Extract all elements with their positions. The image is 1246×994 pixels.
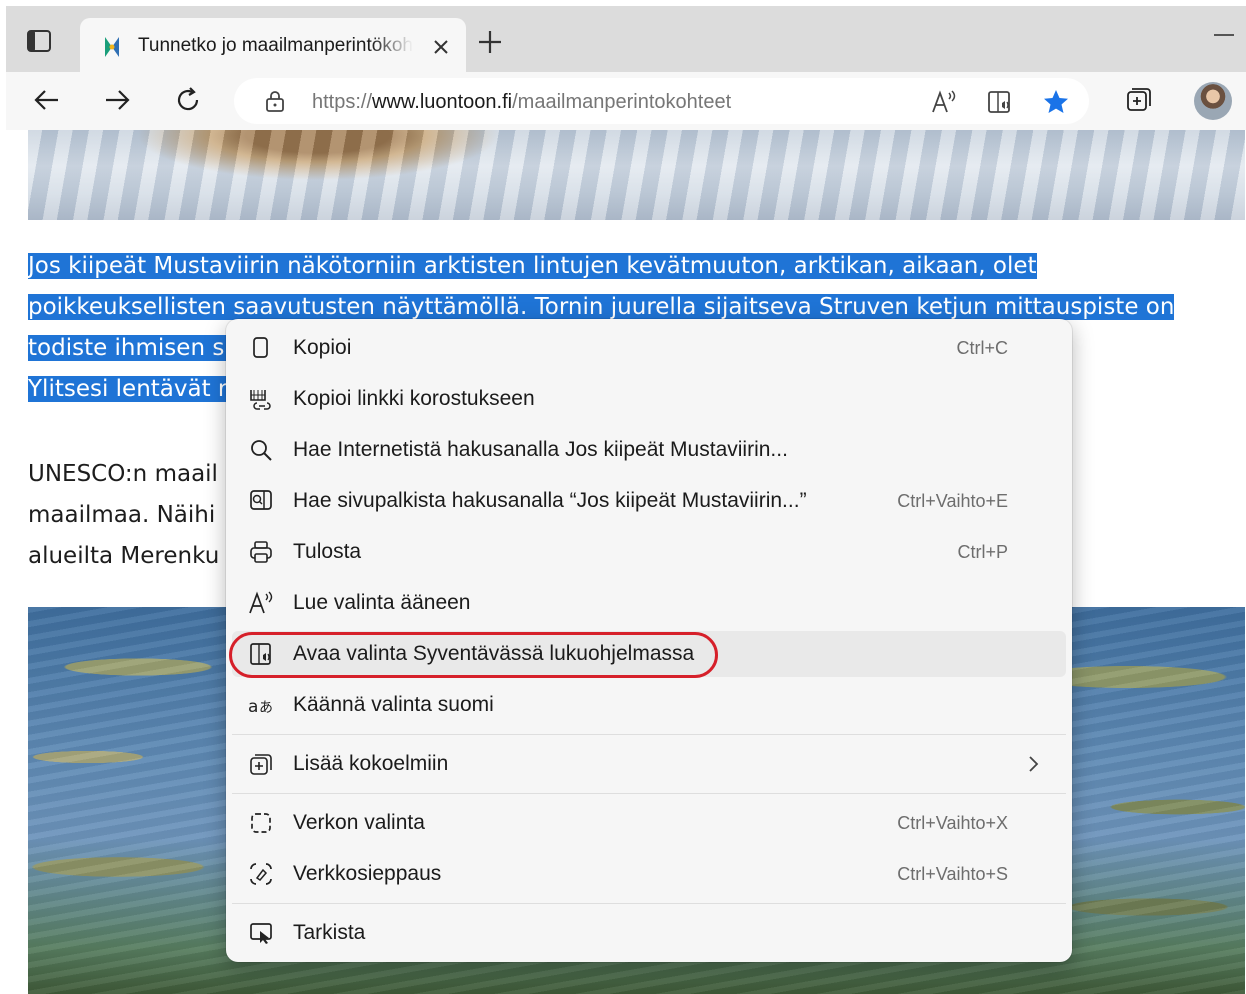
tab-title: Tunnetko jo maailmanperintökohteet [138, 35, 413, 56]
menu-item-read-aloud[interactable]: Lue valinta ääneen [232, 580, 1066, 626]
url-host: www.luontoon.fi [372, 91, 513, 113]
annotation-highlight-ring [229, 632, 718, 678]
menu-item-label: Verkkosieppaus [293, 862, 442, 885]
paragraph-line: poikkeuksellisten saavutusten näyttämöll… [28, 294, 1175, 320]
inspect-icon [248, 920, 274, 946]
search-icon [248, 437, 274, 463]
forward-arrow-icon[interactable] [102, 85, 132, 115]
menu-item-shortcut: Ctrl+P [957, 542, 1008, 562]
menu-item-label: Lue valinta ääneen [293, 591, 471, 614]
menu-item-label: Tulosta [293, 540, 362, 563]
sidebar-search-icon [248, 488, 274, 514]
svg-text:a: a [248, 697, 258, 717]
close-tab-icon[interactable] [430, 36, 452, 58]
menu-item-web-select[interactable]: Verkon valinta Ctrl+Vaihto+X [232, 800, 1066, 846]
menu-item-label: Tarkista [293, 921, 366, 944]
menu-item-translate[interactable]: aあ Käännä valinta suomi [232, 682, 1066, 728]
menu-item-search-web[interactable]: Hae Internetistä hakusanalla Jos kiipeät… [232, 427, 1066, 473]
menu-item-label: Verkon valinta [293, 811, 425, 834]
back-arrow-icon[interactable] [32, 85, 62, 115]
menu-item-inspect[interactable]: Tarkista [232, 910, 1066, 956]
profile-avatar[interactable] [1194, 82, 1232, 120]
address-bar[interactable]: https://www.luontoon.fi/maailmanperintok… [234, 78, 1089, 124]
favorite-star-icon[interactable] [1042, 88, 1070, 116]
chevron-right-icon [1026, 755, 1040, 773]
copy-link-icon [248, 386, 274, 412]
refresh-icon[interactable] [173, 85, 203, 115]
print-icon [248, 539, 274, 565]
site-favicon-icon [102, 36, 122, 58]
translate-icon: aあ [248, 692, 274, 718]
svg-text:あ: あ [259, 700, 273, 716]
menu-item-shortcut: Ctrl+Vaihto+E [897, 491, 1008, 511]
menu-separator [232, 793, 1066, 794]
menu-item-add-to-collections[interactable]: Lisää kokoelmiin [232, 741, 1066, 787]
tab-strip: Tunnetko jo maailmanperintökohteet [6, 6, 1246, 74]
read-aloud-icon[interactable] [930, 88, 958, 116]
new-tab-plus-icon[interactable] [476, 28, 504, 56]
menu-item-copy[interactable]: Kopioi Ctrl+C [232, 325, 1066, 371]
menu-item-label: Kopioi linkki korostukseen [293, 387, 535, 410]
menu-separator [232, 734, 1066, 735]
immersive-reader-icon[interactable] [986, 88, 1014, 116]
menu-item-label: Hae sivupalkista hakusanalla “Jos kiipeä… [293, 489, 807, 512]
browser-tab[interactable]: Tunnetko jo maailmanperintökohteet [80, 18, 466, 74]
lock-icon[interactable] [264, 90, 286, 112]
url-text[interactable]: https://www.luontoon.fi/maailmanperintok… [312, 91, 731, 114]
menu-item-print[interactable]: Tulosta Ctrl+P [232, 529, 1066, 575]
copy-icon [248, 335, 274, 361]
collections-icon[interactable] [1124, 85, 1154, 115]
menu-item-label: Hae Internetistä hakusanalla Jos kiipeät… [293, 438, 788, 461]
url-scheme: https:// [312, 91, 373, 113]
menu-item-shortcut: Ctrl+Vaihto+X [897, 813, 1008, 833]
web-select-icon [248, 810, 274, 836]
menu-item-label: Lisää kokoelmiin [293, 752, 449, 775]
read-aloud-icon [248, 590, 274, 616]
hero-image [28, 130, 1245, 220]
menu-separator [232, 903, 1066, 904]
minimize-window-icon[interactable] [1214, 34, 1234, 36]
menu-item-copy-link-to-highlight[interactable]: Kopioi linkki korostukseen [232, 376, 1066, 422]
web-capture-icon [248, 861, 274, 887]
menu-item-shortcut: Ctrl+C [956, 338, 1008, 358]
collections-icon [248, 751, 274, 777]
menu-item-search-sidebar[interactable]: Hae sivupalkista hakusanalla “Jos kiipeä… [232, 478, 1066, 524]
menu-item-shortcut: Ctrl+Vaihto+S [897, 864, 1008, 884]
menu-item-web-capture[interactable]: Verkkosieppaus Ctrl+Vaihto+S [232, 851, 1066, 897]
menu-item-label: Kopioi [293, 336, 352, 359]
menu-item-label: Käännä valinta suomi [293, 693, 494, 716]
paragraph-line: Jos kiipeät Mustaviirin näkötorniin arkt… [28, 253, 1037, 279]
browser-toolbar: https://www.luontoon.fi/maailmanperintok… [6, 72, 1246, 130]
url-path: /maailmanperintokohteet [512, 91, 732, 113]
tab-actions-icon[interactable] [26, 28, 52, 54]
